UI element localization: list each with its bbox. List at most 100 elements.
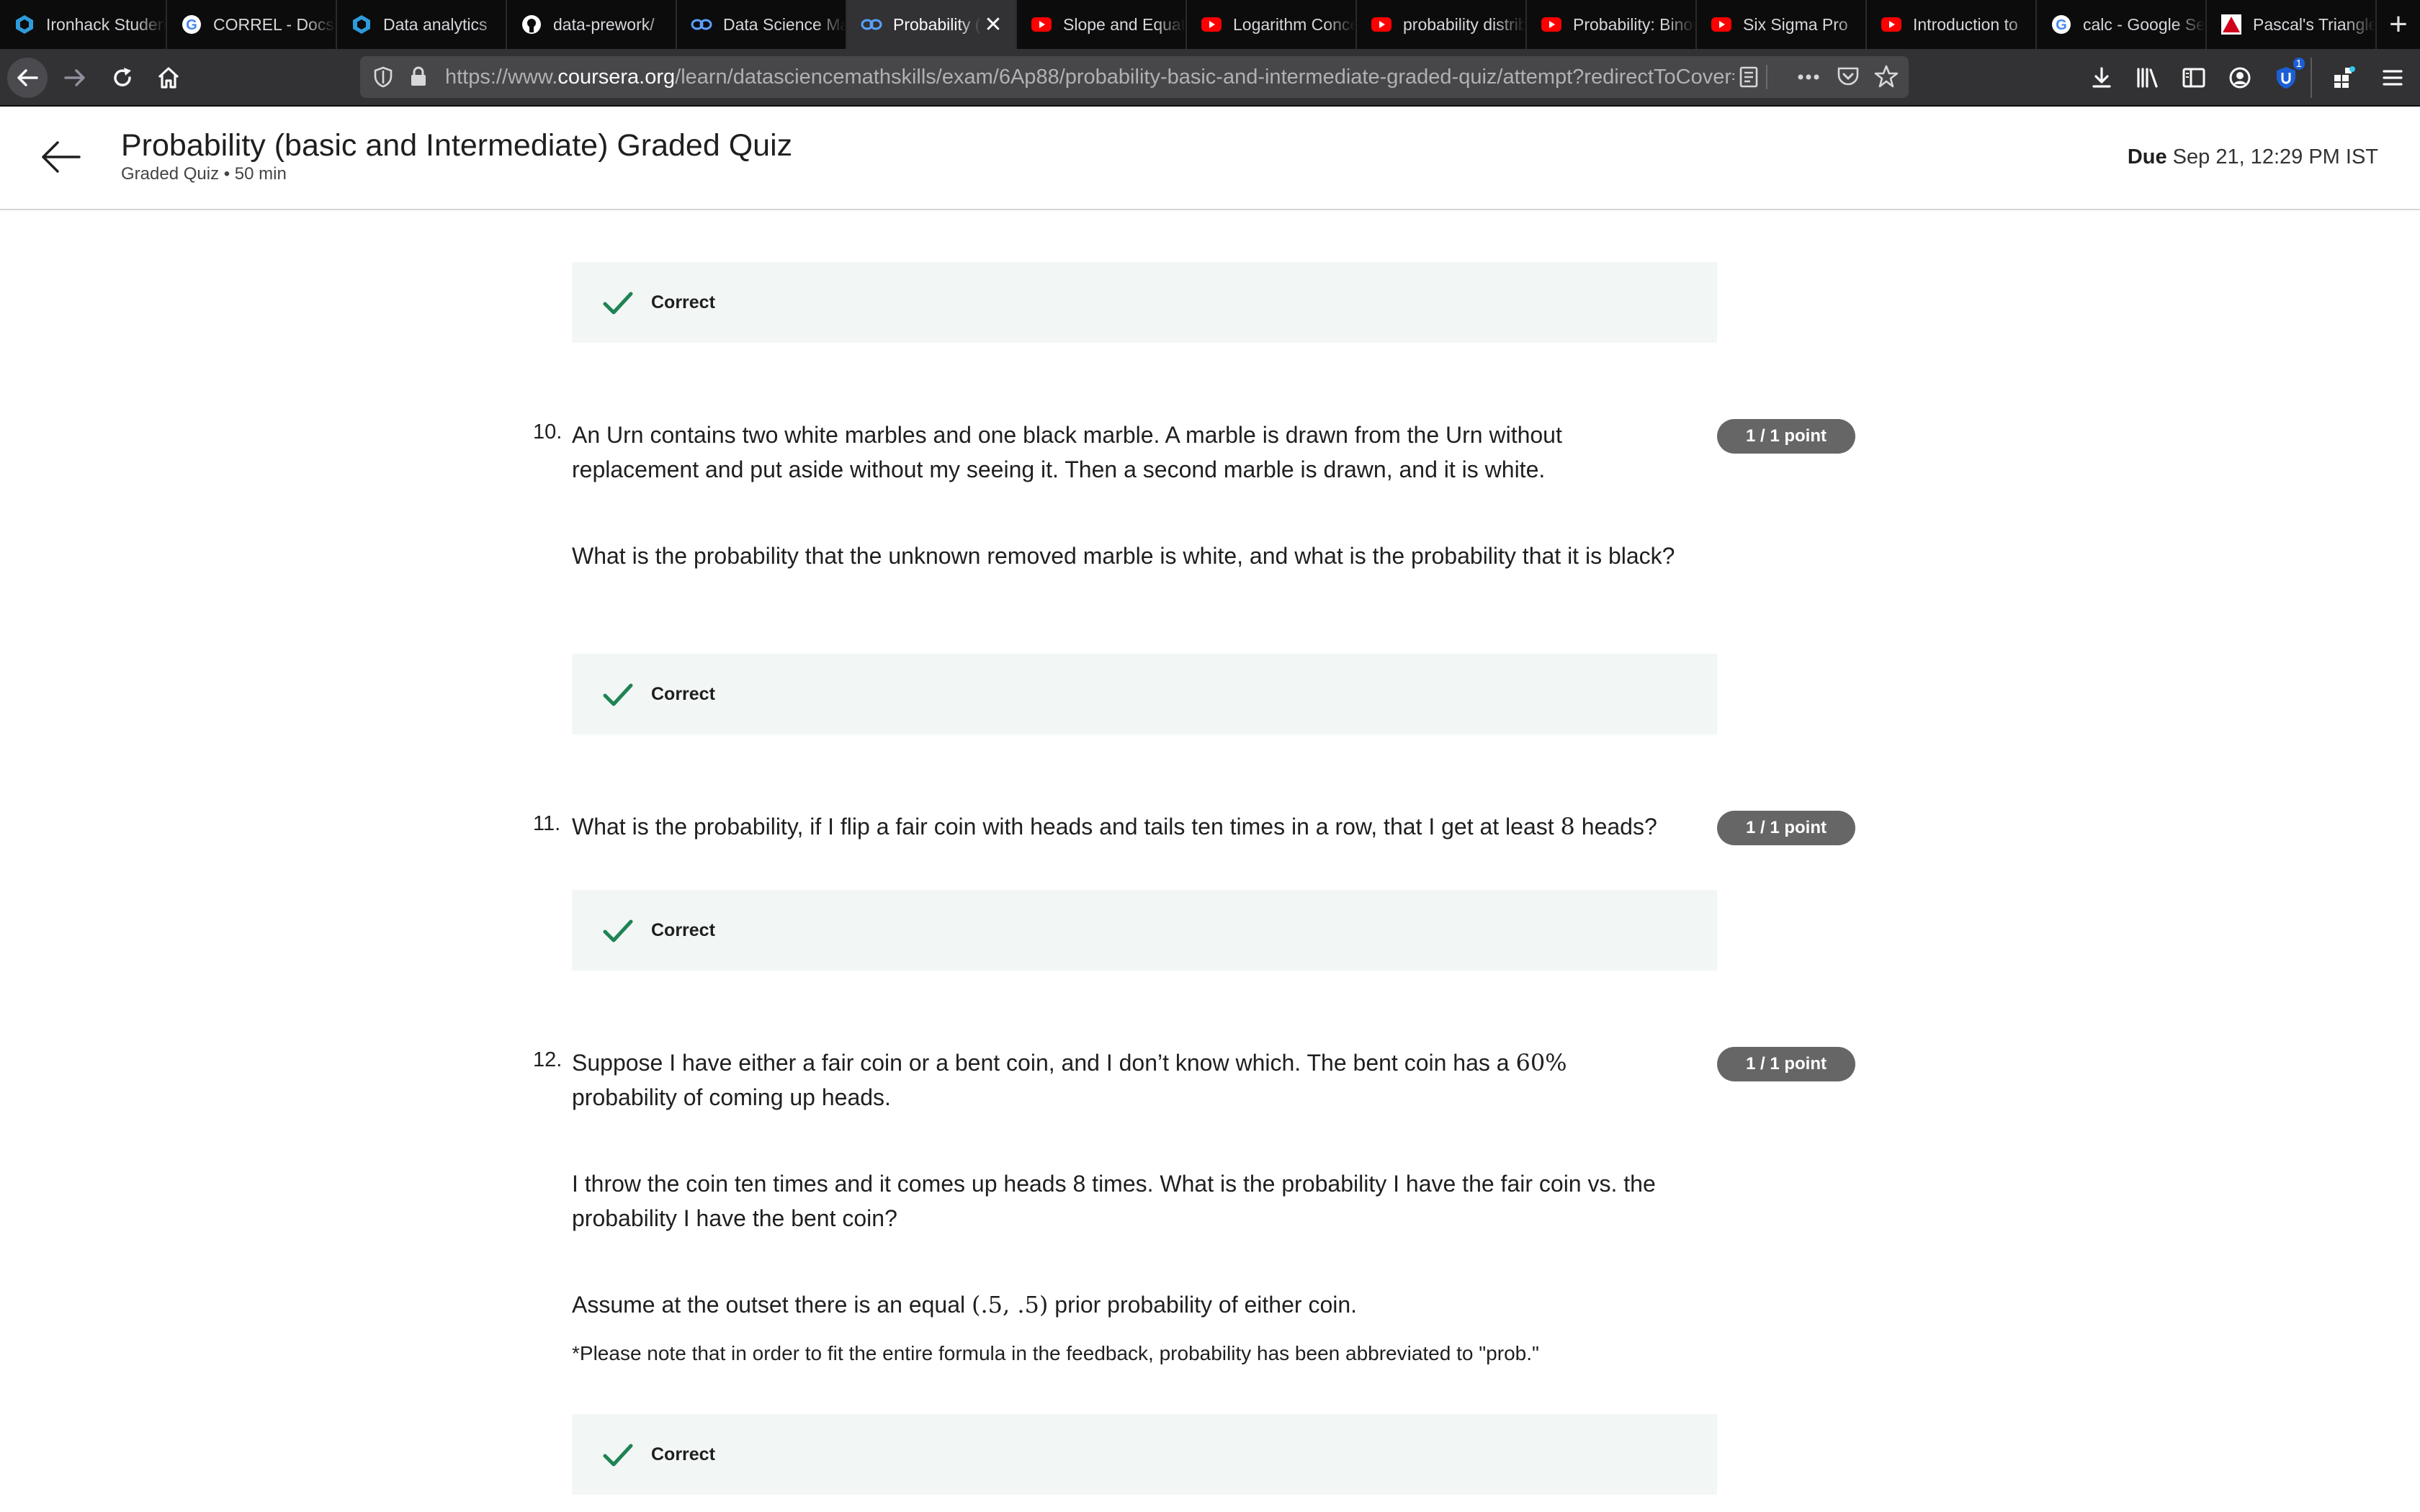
url-bar[interactable]: https://www.coursera.org/learn/datascien… (360, 56, 1909, 98)
sidebar-icon (2182, 68, 2205, 88)
new-tab-button[interactable]: + (2377, 0, 2420, 49)
youtube-icon (1710, 13, 1733, 36)
extensions-menu-button[interactable] (2323, 58, 2364, 98)
tab-ironhack[interactable]: Ironhack Student Portal (0, 0, 167, 49)
account-icon (2229, 67, 2251, 89)
home-icon (158, 67, 179, 89)
youtube-icon (1200, 13, 1223, 36)
question-10-text: An Urn contains two white marbles and on… (572, 422, 1562, 482)
arrow-left-icon (42, 141, 81, 173)
tab-logarithm[interactable]: Logarithm Concept (1187, 0, 1357, 49)
tab-six-sigma[interactable]: Six Sigma Pro (1697, 0, 1867, 49)
back-button[interactable] (37, 134, 84, 180)
downloads-button[interactable] (2081, 58, 2122, 98)
svg-text:G: G (2056, 17, 2067, 33)
youtube-icon (1880, 13, 1903, 36)
question-11-text: What is the probability, if I flip a fai… (572, 813, 1657, 840)
feedback-label: Correct (651, 1444, 715, 1464)
google-icon: G (180, 13, 203, 36)
checkmark-icon (603, 1444, 633, 1467)
youtube-icon (1540, 13, 1563, 36)
page-title: Probability (basic and Intermediate) Gra… (121, 128, 793, 163)
question-12-note: *Please note that in order to fit the en… (572, 1342, 1539, 1364)
feedback-label: Correct (651, 683, 715, 704)
browser-forward-button[interactable] (55, 58, 95, 98)
pascal-icon (2220, 13, 2243, 36)
checkmark-icon (603, 919, 633, 942)
feedback-label: Correct (651, 919, 715, 940)
tab-data-science[interactable]: Data Science Math Skills (677, 0, 847, 49)
checkmark-icon (603, 683, 633, 706)
tab-probability-distribution[interactable]: probability distribution (1357, 0, 1527, 49)
question-number: 11. (533, 812, 561, 835)
coursera-icon (690, 13, 713, 36)
reload-icon (114, 68, 131, 86)
browser-home-button[interactable] (148, 58, 189, 98)
url-text: https://www.coursera.org/learn/datascien… (445, 66, 1734, 89)
previous-question-cutoff (572, 210, 1364, 213)
points-badge: 1 / 1 point (1717, 1047, 1855, 1081)
question-12-prior-text: Assume at the outset there is an equal (… (572, 1291, 1358, 1318)
question-12-subtext: I throw the coin ten times and it comes … (572, 1171, 1656, 1231)
tab-calc-google[interactable]: G calc - Google Search (2037, 0, 2207, 49)
ironhack-icon (350, 13, 373, 36)
library-button[interactable] (2128, 58, 2168, 98)
browser-back-button[interactable] (7, 58, 48, 98)
due-label: Due (2127, 145, 2167, 168)
reader-view-icon[interactable] (1739, 66, 1759, 94)
quiz-header: Probability (basic and Intermediate) Gra… (0, 107, 2420, 210)
shield-icon[interactable] (373, 66, 393, 94)
account-button[interactable] (2220, 58, 2260, 98)
tab-introduction[interactable]: Introduction to (1867, 0, 2037, 49)
quiz-content: Correct 10. An Urn contains two white ma… (0, 210, 2420, 1512)
sidebar-toggle-button[interactable] (2174, 58, 2214, 98)
tab-probability-quiz[interactable]: Probability (basic ✕ (847, 0, 1017, 49)
browser-tab-bar: Ironhack Student Portal G CORREL - Docs … (0, 0, 2420, 49)
bookmark-star-icon[interactable] (1874, 64, 1899, 94)
url-bar-divider (1766, 65, 1767, 89)
youtube-icon (1030, 13, 1053, 36)
checkmark-icon (603, 292, 633, 315)
tab-pascals-triangle[interactable]: Pascal's Triangle (2207, 0, 2377, 49)
question-number: 10. (533, 420, 563, 444)
points-badge: 1 / 1 point (1717, 419, 1855, 454)
google-icon: G (2050, 13, 2073, 36)
feedback-correct-q9: Correct (572, 262, 1717, 343)
question-12-text: Suppose I have either a fair coin or a b… (572, 1049, 1567, 1110)
toolbar-divider (2311, 58, 2312, 98)
browser-reload-button[interactable] (102, 58, 143, 98)
tab-data-prework[interactable]: data-prework/ (507, 0, 677, 49)
tab-data-analytics[interactable]: Data analytics (337, 0, 507, 49)
coursera-icon (860, 13, 883, 36)
due-value: Sep 21, 12:29 PM IST (2172, 145, 2378, 168)
points-badge: 1 / 1 point (1717, 811, 1855, 845)
arrow-left-icon (17, 69, 38, 86)
due-date: Due Sep 21, 12:29 PM IST (2128, 145, 2378, 169)
tab-slope[interactable]: Slope and Equation (1017, 0, 1187, 49)
hamburger-menu-icon (2383, 70, 2403, 86)
page-actions-icon[interactable] (1796, 66, 1821, 94)
arrow-right-icon (64, 69, 85, 86)
pocket-icon[interactable] (1837, 66, 1860, 93)
tab-correl[interactable]: G CORREL - Docs Editors Help (167, 0, 337, 49)
close-tab-icon[interactable]: ✕ (981, 12, 1005, 37)
extension-badge: 1 (2293, 58, 2305, 70)
youtube-icon (1370, 13, 1393, 36)
feedback-correct-q10: Correct (572, 654, 1717, 734)
lock-icon[interactable] (409, 66, 428, 93)
puzzle-icon (2334, 66, 2355, 88)
page-subtitle: Graded Quiz • 50 min (121, 164, 287, 184)
question-number: 12. (533, 1048, 563, 1071)
browser-toolbar: https://www.coursera.org/learn/datascien… (0, 49, 2420, 107)
tab-probability-binomial[interactable]: Probability: Binomial (1527, 0, 1697, 49)
feedback-correct-q12: Correct (572, 1414, 1717, 1495)
download-icon (2092, 67, 2111, 88)
library-icon (2137, 68, 2158, 88)
browser-menu-button[interactable] (2372, 58, 2413, 98)
github-icon (520, 13, 543, 36)
feedback-correct-q11: Correct (572, 890, 1717, 971)
svg-text:G: G (186, 17, 197, 33)
ironhack-icon (13, 13, 36, 36)
extension-button[interactable]: 1 (2266, 58, 2306, 98)
feedback-label: Correct (651, 292, 715, 312)
